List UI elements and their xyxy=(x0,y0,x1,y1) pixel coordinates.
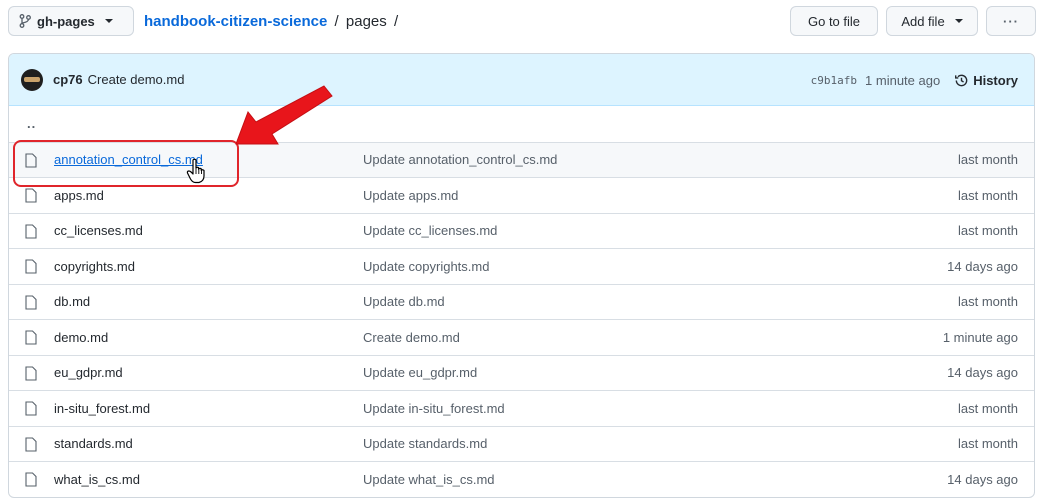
history-link[interactable]: History xyxy=(954,73,1018,88)
file-commit-age: 14 days ago xyxy=(947,471,1018,487)
file-row[interactable]: db.md Update db.md last month xyxy=(9,283,1034,320)
chevron-down-icon xyxy=(954,19,963,23)
file-icon xyxy=(25,330,37,345)
file-row[interactable]: in-situ_forest.md Update in-situ_forest.… xyxy=(9,390,1034,426)
parent-directory-link[interactable]: .. xyxy=(9,116,36,131)
file-name-link[interactable]: what_is_cs.md xyxy=(54,472,140,487)
file-commit-age: 14 days ago xyxy=(947,258,1018,274)
file-commit-message[interactable]: Update cc_licenses.md xyxy=(363,223,497,238)
file-row[interactable]: what_is_cs.md Update what_is_cs.md 14 da… xyxy=(9,461,1034,497)
file-name-link[interactable]: copyrights.md xyxy=(54,259,135,274)
file-commit-age: last month xyxy=(958,187,1018,203)
commit-meta: c9b1afb 1 minute ago History xyxy=(811,54,1018,106)
file-commit-age: last month xyxy=(958,294,1018,310)
file-icon xyxy=(25,401,37,416)
go-to-file-button[interactable]: Go to file xyxy=(790,6,878,36)
file-name-link[interactable]: eu_gdpr.md xyxy=(54,365,123,380)
file-commit-age: last month xyxy=(958,223,1018,239)
breadcrumb-current-dir: pages xyxy=(345,13,387,30)
chevron-down-icon xyxy=(104,19,113,23)
breadcrumb-trailing-separator: / xyxy=(393,13,399,30)
file-icon xyxy=(25,259,37,274)
breadcrumb: handbook-citizen-science / pages / xyxy=(144,13,401,30)
breadcrumb-separator: / xyxy=(334,13,339,30)
file-icon xyxy=(25,472,37,487)
file-row[interactable]: cc_licenses.md Update cc_licenses.md las… xyxy=(9,212,1034,249)
file-commit-age: last month xyxy=(958,436,1018,452)
file-browser: cp76 Create demo.md c9b1afb 1 minute ago… xyxy=(8,53,1035,498)
file-commit-message[interactable]: Update what_is_cs.md xyxy=(363,472,495,487)
annotation-arrow-icon xyxy=(235,85,333,145)
hand-pointer-icon xyxy=(186,158,205,184)
file-name-link[interactable]: annotation_control_cs.md xyxy=(54,152,203,167)
latest-commit-bar: cp76 Create demo.md c9b1afb 1 minute ago… xyxy=(9,54,1034,106)
file-icon xyxy=(25,436,37,452)
file-icon xyxy=(25,188,37,203)
avatar[interactable] xyxy=(21,68,43,91)
file-commit-age: 14 days ago xyxy=(947,365,1018,381)
file-commit-age: last month xyxy=(958,152,1018,168)
file-commit-age: last month xyxy=(958,400,1018,416)
file-row[interactable]: apps.md Update apps.md last month xyxy=(9,177,1034,213)
more-options-button[interactable]: ··· xyxy=(986,6,1036,36)
file-row[interactable]: copyrights.md Update copyrights.md 14 da… xyxy=(9,248,1034,284)
file-name-link[interactable]: in-situ_forest.md xyxy=(54,401,150,416)
commit-sha[interactable]: c9b1afb xyxy=(811,74,857,87)
file-row[interactable]: demo.md Create demo.md 1 minute ago xyxy=(9,319,1034,355)
file-row[interactable]: standards.md Update standards.md last mo… xyxy=(9,425,1034,462)
breadcrumb-repo-link[interactable]: handbook-citizen-science xyxy=(144,13,327,30)
file-commit-message[interactable]: Update apps.md xyxy=(363,188,458,203)
file-name-link[interactable]: cc_licenses.md xyxy=(54,223,143,238)
file-row[interactable]: annotation_control_cs.md Update annotati… xyxy=(9,141,1034,177)
add-file-label: Add file xyxy=(901,13,945,29)
file-name-link[interactable]: demo.md xyxy=(54,330,108,345)
file-commit-message[interactable]: Update db.md xyxy=(363,294,445,309)
commit-time: 1 minute ago xyxy=(865,72,941,88)
branch-selector-button[interactable]: gh-pages xyxy=(8,6,134,36)
file-row[interactable]: eu_gdpr.md Update eu_gdpr.md 14 days ago xyxy=(9,354,1034,391)
file-icon xyxy=(25,152,37,168)
file-icon xyxy=(25,223,37,239)
git-branch-icon xyxy=(19,14,31,28)
commit-message[interactable]: Create demo.md xyxy=(88,72,185,87)
file-commit-age: 1 minute ago xyxy=(942,329,1018,345)
file-name-link[interactable]: standards.md xyxy=(54,436,133,451)
parent-directory-row[interactable]: .. xyxy=(9,106,1034,142)
file-icon xyxy=(25,294,37,310)
commit-author[interactable]: cp76 xyxy=(53,72,83,87)
file-commit-message[interactable]: Update eu_gdpr.md xyxy=(363,365,477,380)
file-name-link[interactable]: db.md xyxy=(54,294,90,309)
file-commit-message[interactable]: Update standards.md xyxy=(363,436,487,451)
file-name-link[interactable]: apps.md xyxy=(54,188,104,203)
file-commit-message[interactable]: Update copyrights.md xyxy=(363,259,489,274)
branch-name: gh-pages xyxy=(37,13,95,29)
history-label: History xyxy=(973,72,1018,88)
file-commit-message[interactable]: Update annotation_control_cs.md xyxy=(363,152,557,167)
file-commit-message[interactable]: Update in-situ_forest.md xyxy=(363,401,505,416)
add-file-button[interactable]: Add file xyxy=(886,6,978,36)
repo-toolbar: gh-pages handbook-citizen-science / page… xyxy=(0,0,1043,46)
file-commit-message[interactable]: Create demo.md xyxy=(363,330,460,345)
file-icon xyxy=(25,365,37,381)
history-icon xyxy=(955,74,968,86)
